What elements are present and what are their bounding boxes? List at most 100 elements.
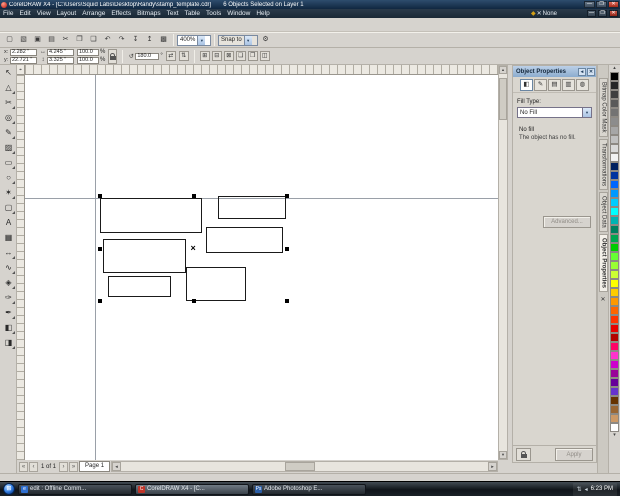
color-swatch[interactable] <box>610 144 619 153</box>
horizontal-scroll-thumb[interactable] <box>285 462 316 471</box>
zoom-tool[interactable]: ◎ <box>1 110 16 125</box>
text-tool[interactable]: A <box>1 215 16 230</box>
scale-h-field[interactable]: 100.0 <box>77 48 99 56</box>
color-swatch[interactable] <box>610 189 619 198</box>
to-front-icon[interactable]: ❏ <box>235 51 246 61</box>
color-swatch[interactable] <box>610 153 619 162</box>
menu-help[interactable]: Help <box>253 9 272 18</box>
selection-handle[interactable] <box>98 299 102 303</box>
vertical-scrollbar[interactable]: ▴ ▾ <box>498 65 508 460</box>
app-launcher-icon[interactable]: ▩ <box>157 34 170 46</box>
interactive-fill-tool[interactable]: ◨ <box>1 335 16 350</box>
menu-edit[interactable]: Edit <box>16 9 33 18</box>
color-swatch[interactable] <box>610 261 619 270</box>
minimize-icon[interactable]: — <box>584 1 595 8</box>
next-page-icon[interactable]: › <box>59 461 69 472</box>
weld-icon[interactable]: ⊟ <box>211 51 222 61</box>
color-swatch[interactable] <box>610 252 619 261</box>
color-swatch[interactable] <box>610 360 619 369</box>
basic-shapes-tool[interactable]: ▢ <box>1 200 16 215</box>
rectangle-object[interactable] <box>103 239 186 273</box>
import-icon[interactable]: ↧ <box>129 34 142 46</box>
menu-effects[interactable]: Effects <box>108 9 134 18</box>
docker-tab-object-data[interactable]: Object Data <box>598 191 608 232</box>
tray-volume-icon[interactable]: ◂ <box>585 486 588 493</box>
crop-tool[interactable]: ✂ <box>1 95 16 110</box>
scale-v-field[interactable]: 100.0 <box>77 56 99 64</box>
eyedropper-tool[interactable]: ✑ <box>1 290 16 305</box>
taskbar-button[interactable]: e edit : Offline Comm... <box>18 483 132 495</box>
color-swatch[interactable] <box>610 171 619 180</box>
mirror-vertical-button[interactable]: ⇅ <box>178 51 189 61</box>
color-swatch[interactable] <box>610 126 619 135</box>
menu-window[interactable]: Window <box>224 9 253 18</box>
fill-type-dropdown[interactable]: No Fill ▾ <box>517 107 592 118</box>
rectangle-object[interactable] <box>100 198 202 233</box>
outline-pen-tool[interactable]: ✒ <box>1 305 16 320</box>
color-swatch[interactable] <box>610 99 619 108</box>
pick-tool[interactable]: ↖ <box>1 65 16 80</box>
scroll-left-icon[interactable]: ◂ <box>112 462 122 471</box>
detail-tab[interactable]: ▥ <box>562 78 575 91</box>
rectangle-object[interactable] <box>186 267 246 301</box>
menu-layout[interactable]: Layout <box>54 9 80 18</box>
color-swatch[interactable] <box>610 243 619 252</box>
dimension-tool[interactable]: ↔ <box>1 245 16 260</box>
apply-button[interactable]: Apply <box>555 447 593 461</box>
document-minimize-icon[interactable]: — <box>587 10 596 17</box>
color-swatch[interactable] <box>610 414 619 423</box>
palette-scroll-up-icon[interactable]: ▴ <box>613 65 616 72</box>
export-icon[interactable]: ↥ <box>143 34 156 46</box>
color-swatch[interactable] <box>610 288 619 297</box>
vertical-guideline[interactable] <box>95 75 96 460</box>
color-swatch[interactable] <box>610 297 619 306</box>
menu-tools[interactable]: Tools <box>203 9 224 18</box>
tray-network-icon[interactable]: ⇅ <box>577 486 582 493</box>
selection-handle[interactable] <box>285 299 289 303</box>
new-icon[interactable]: ▢ <box>3 34 16 46</box>
selection-handle[interactable] <box>191 299 196 303</box>
ruler-origin-icon[interactable]: ⌖ <box>17 65 25 75</box>
previous-page-icon[interactable]: ‹ <box>29 461 38 472</box>
open-icon[interactable]: ▧ <box>17 34 30 46</box>
print-icon[interactable]: ▤ <box>45 34 58 46</box>
cut-icon[interactable]: ✂ <box>59 34 72 46</box>
copy-icon[interactable]: ❐ <box>73 34 86 46</box>
ellipse-tool[interactable]: ○ <box>1 170 16 185</box>
connector-tool[interactable]: ∿ <box>1 260 16 275</box>
color-swatch[interactable] <box>610 135 619 144</box>
menu-file[interactable]: File <box>0 9 16 18</box>
color-swatch[interactable] <box>610 270 619 279</box>
docker-lock-button[interactable] <box>516 447 531 461</box>
drawing-canvas[interactable]: × <box>25 75 498 460</box>
to-back-icon[interactable]: ❐ <box>247 51 258 61</box>
selection-handle[interactable] <box>98 194 102 198</box>
zoom-dropdown-arrow-icon[interactable]: ▾ <box>197 35 206 45</box>
advanced-button[interactable]: Advanced... <box>543 216 591 228</box>
docker-tab-close-icon[interactable]: ✕ <box>600 296 605 303</box>
fill-type-dropdown-arrow-icon[interactable]: ▾ <box>582 108 591 117</box>
menu-view[interactable]: View <box>34 9 54 18</box>
docker-tab-object-properties[interactable]: Object Properties <box>598 233 608 292</box>
combine-icon[interactable]: ⊞ <box>199 51 210 61</box>
internet-tab[interactable]: ◍ <box>576 78 589 91</box>
outline-tab[interactable]: ✎ <box>534 78 547 91</box>
smart-fill-tool[interactable]: ▨ <box>1 140 16 155</box>
menu-bitmaps[interactable]: Bitmaps <box>134 9 163 18</box>
zoom-level-combo[interactable]: 400% ▾ <box>177 34 211 46</box>
snap-to-combo[interactable]: Snap to ▾ <box>218 34 258 46</box>
rotation-angle-field[interactable]: 180.0 <box>135 52 160 60</box>
polygon-tool[interactable]: ✶ <box>1 185 16 200</box>
color-swatch[interactable] <box>610 396 619 405</box>
color-swatch[interactable] <box>610 279 619 288</box>
last-page-icon[interactable]: » <box>69 461 79 472</box>
group-icon[interactable]: ◫ <box>259 51 270 61</box>
color-swatch[interactable] <box>610 306 619 315</box>
color-swatch[interactable] <box>610 387 619 396</box>
menu-table[interactable]: Table <box>182 9 204 18</box>
color-swatch[interactable] <box>610 180 619 189</box>
fill-tab[interactable]: ◧ <box>520 78 533 91</box>
color-swatch[interactable] <box>610 333 619 342</box>
color-swatch[interactable] <box>610 117 619 126</box>
scroll-down-icon[interactable]: ▾ <box>499 451 507 459</box>
